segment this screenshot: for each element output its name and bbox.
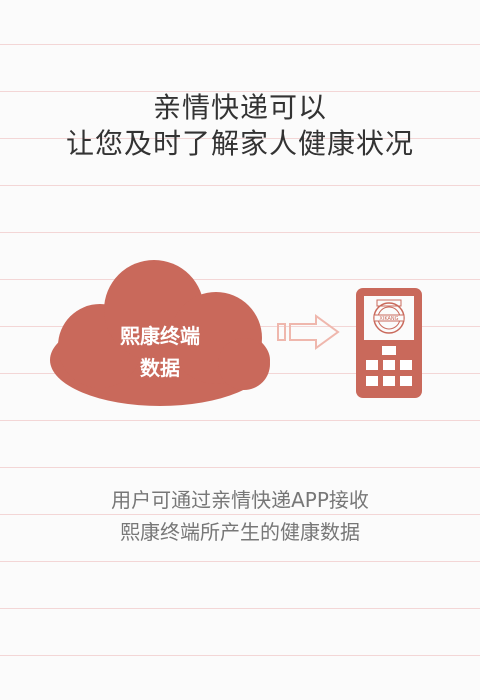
onboarding-page: 亲情快递可以 让您及时了解家人健康状况 熙康终端 数据 XIKANG 用户可通过…: [0, 0, 480, 700]
cloud-label-line-1: 熙康终端: [120, 324, 200, 348]
headline-line-1: 亲情快递可以: [152, 91, 327, 124]
stamp-text: XIKANG: [379, 316, 398, 322]
headline-line-2: 让您及时了解家人健康状况: [65, 127, 414, 160]
cloud-illustration: 熙康终端 数据: [48, 256, 272, 408]
caption-line-1: 用户可通过亲情快递APP接收: [111, 488, 369, 512]
cloud-label-line-2: 数据: [140, 356, 180, 380]
phone-illustration: XIKANG: [356, 288, 422, 398]
mobile-phone-icon: XIKANG: [356, 288, 422, 398]
right-arrow-icon: [276, 312, 342, 352]
caption-line-2: 熙康终端所产生的健康数据: [120, 520, 360, 544]
